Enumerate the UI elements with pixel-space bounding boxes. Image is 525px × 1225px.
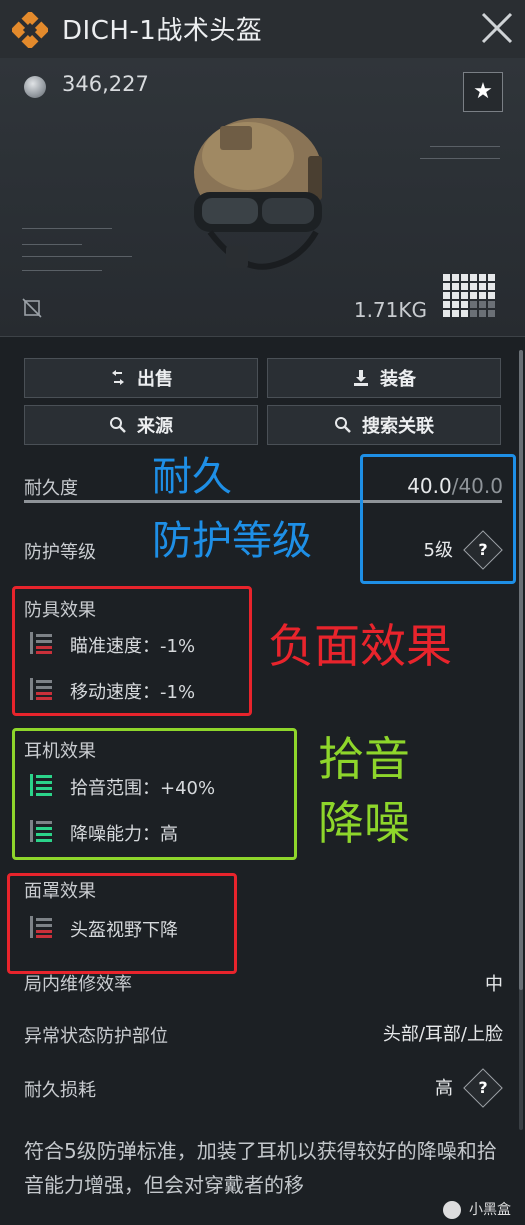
annotation-protection: 防护等级 xyxy=(152,518,312,564)
coin-icon xyxy=(24,76,46,98)
durability-loss-help-button[interactable]: ? xyxy=(463,1068,503,1108)
download-icon xyxy=(354,370,368,386)
search-icon xyxy=(335,417,351,433)
search-icon xyxy=(110,417,126,433)
title-bar: DICH-1战术头盔 xyxy=(0,0,525,59)
item-preview: 346,227 ★ 1.71KG xyxy=(0,58,525,337)
repair-efficiency-value: 中 xyxy=(485,974,503,995)
annotation-noise: 降噪 xyxy=(318,796,410,850)
scroll-thumb[interactable] xyxy=(519,350,523,990)
favorite-star-button[interactable]: ★ xyxy=(463,72,503,112)
search-related-label: 搜索关联 xyxy=(362,416,434,437)
watermark: 小黑盒 xyxy=(469,1202,511,1218)
sell-label: 出售 xyxy=(137,369,173,390)
sell-button[interactable]: 出售 xyxy=(24,358,258,398)
helmet-image xyxy=(194,118,322,270)
protection-label: 防护等级 xyxy=(24,542,96,563)
item-weight: 1.71KG xyxy=(353,298,427,322)
item-description: 符合5级防弹标准，加装了耳机以获得较好的降噪和拾音能力增强，但会对穿戴者的移 xyxy=(24,1139,497,1197)
not-tradable-icon xyxy=(22,298,42,318)
inventory-size-grid-icon xyxy=(443,274,495,317)
annotation-box-red-mask xyxy=(7,873,237,974)
sell-icon xyxy=(112,370,124,385)
annotation-negative: 负面效果 xyxy=(268,619,452,673)
game-logo-icon xyxy=(12,12,48,48)
annotation-box-red-armor xyxy=(12,586,252,716)
source-label: 来源 xyxy=(137,416,173,437)
durability-label: 耐久度 xyxy=(24,478,78,499)
watermark-logo-icon xyxy=(443,1201,461,1219)
annotation-pickup: 拾音 xyxy=(318,732,410,786)
item-price: 346,227 xyxy=(62,72,149,96)
equip-button[interactable]: 装备 xyxy=(267,358,501,398)
durability-loss-label: 耐久损耗 xyxy=(24,1080,96,1101)
source-button[interactable]: 来源 xyxy=(24,405,258,445)
item-title: DICH-1战术头盔 xyxy=(62,16,263,46)
durability-loss-value: 高 xyxy=(435,1078,453,1099)
annotation-box-green xyxy=(12,728,297,860)
protected-zones-value: 头部/耳部/上脸 xyxy=(382,1024,503,1045)
annotation-durability: 耐久 xyxy=(152,454,232,500)
protected-zones-label: 异常状态防护部位 xyxy=(24,1026,168,1047)
close-icon[interactable] xyxy=(477,8,517,48)
search-related-button[interactable]: 搜索关联 xyxy=(267,405,501,445)
annotation-box-blue xyxy=(360,454,516,584)
scrollbar[interactable] xyxy=(519,350,523,1130)
equip-label: 装备 xyxy=(380,369,416,390)
